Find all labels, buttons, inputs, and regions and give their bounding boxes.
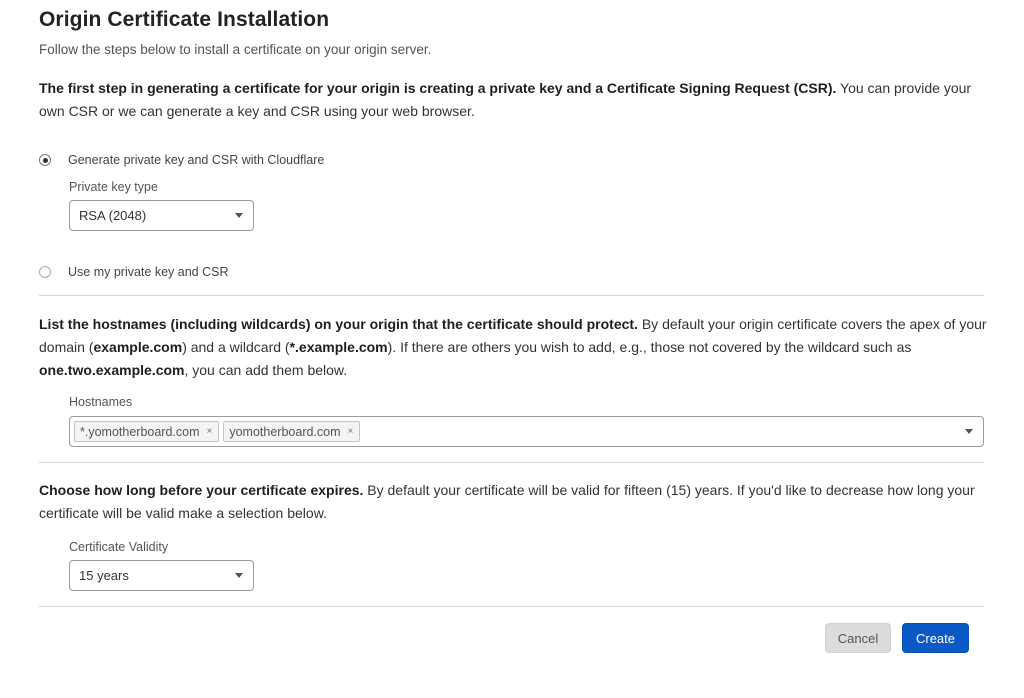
radio-option-generate[interactable]: Generate private key and CSR with Cloudf… — [39, 153, 324, 167]
example-wildcard: *.example.com — [289, 339, 388, 355]
hostname-tag: yomotherboard.com × — [223, 421, 361, 442]
page-subtitle: Follow the steps below to install a cert… — [39, 42, 432, 57]
chevron-down-icon[interactable] — [965, 429, 973, 434]
certificate-validity-label: Certificate Validity — [69, 540, 169, 554]
section-divider — [39, 462, 984, 463]
section-divider — [39, 606, 984, 607]
create-button[interactable]: Create — [902, 623, 969, 653]
private-key-type-select[interactable]: RSA (2048) — [69, 200, 254, 231]
cancel-button[interactable]: Cancel — [825, 623, 891, 653]
radio-checked-icon[interactable] — [39, 154, 51, 166]
csr-intro: The first step in generating a certifica… — [39, 77, 989, 123]
hostname-tag-label: yomotherboard.com — [229, 424, 341, 439]
hostnames-intro-bold: List the hostnames (including wildcards)… — [39, 316, 638, 332]
hostname-tag-label: *.yomotherboard.com — [80, 424, 200, 439]
hostnames-label: Hostnames — [69, 395, 133, 409]
certificate-validity-value: 15 years — [79, 568, 129, 583]
radio-label-own-key: Use my private key and CSR — [68, 265, 229, 279]
remove-tag-icon[interactable]: × — [207, 426, 213, 437]
hostnames-intro-text: , you can add them below. — [184, 362, 348, 378]
chevron-down-icon — [235, 213, 243, 218]
hostnames-intro: List the hostnames (including wildcards)… — [39, 313, 989, 382]
remove-tag-icon[interactable]: × — [348, 426, 354, 437]
private-key-type-value: RSA (2048) — [79, 208, 147, 223]
hostnames-intro-text: ). If there are others you wish to add, … — [387, 339, 912, 355]
chevron-down-icon — [235, 573, 243, 578]
example-apex: example.com — [93, 339, 183, 355]
hostnames-input[interactable]: *.yomotherboard.com × yomotherboard.com … — [69, 416, 984, 447]
page-title: Origin Certificate Installation — [39, 8, 330, 31]
private-key-type-label: Private key type — [69, 180, 158, 194]
radio-label-generate: Generate private key and CSR with Cloudf… — [68, 153, 325, 167]
section-divider — [39, 295, 984, 296]
validity-intro-bold: Choose how long before your certificate … — [39, 482, 364, 498]
csr-intro-bold: The first step in generating a certifica… — [39, 80, 837, 96]
hostname-tag: *.yomotherboard.com × — [74, 421, 220, 442]
certificate-validity-select[interactable]: 15 years — [69, 560, 254, 591]
radio-option-own-key[interactable]: Use my private key and CSR — [39, 265, 228, 279]
validity-intro: Choose how long before your certificate … — [39, 479, 989, 525]
hostnames-intro-text: ) and a wildcard ( — [182, 339, 290, 355]
example-subdomain: one.two.example.com — [39, 362, 185, 378]
radio-unchecked-icon[interactable] — [39, 266, 51, 278]
